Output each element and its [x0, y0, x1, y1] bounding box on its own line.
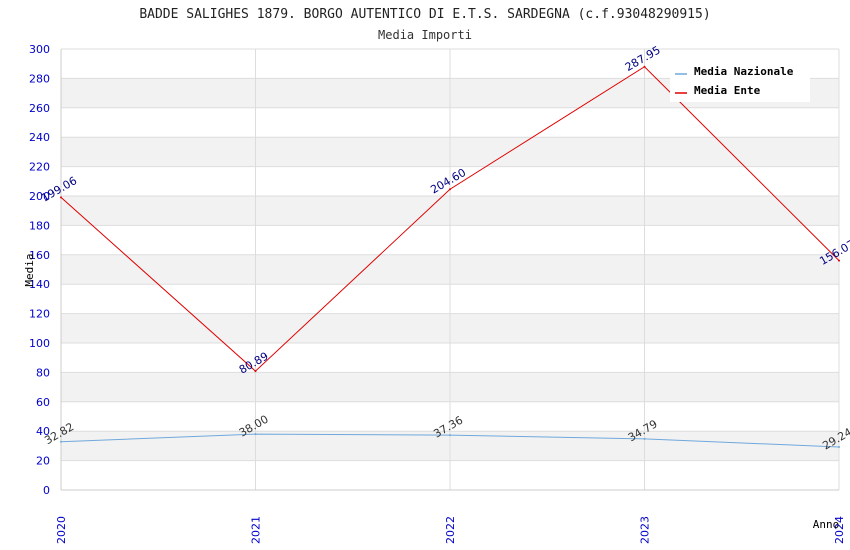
- x-tick-label: 2023: [639, 516, 652, 544]
- x-tick-label: 2020: [55, 516, 68, 544]
- chart-title: BADDE SALIGHES 1879. BORGO AUTENTICO DI …: [139, 7, 710, 22]
- data-point-nazionale: [838, 446, 840, 449]
- data-point-ente: [254, 370, 257, 373]
- y-tick-label: 220: [29, 161, 50, 174]
- y-tick-label: 260: [29, 102, 50, 115]
- y-tick-label: 100: [29, 337, 50, 350]
- x-axis-ticks: 2020 2021 2022 2023 2024: [55, 516, 846, 544]
- y-tick-label: 20: [36, 455, 50, 468]
- data-point-ente: [449, 188, 451, 191]
- chart-subtitle: Media Importi: [378, 28, 472, 42]
- y-tick-label: 60: [36, 396, 50, 409]
- data-point-nazionale: [643, 437, 646, 440]
- y-tick-label: 80: [36, 366, 50, 379]
- y-tick-label: 280: [29, 72, 50, 85]
- data-point-ente: [643, 65, 646, 68]
- y-tick-label: 0: [43, 484, 50, 497]
- data-point-nazionale: [254, 433, 257, 436]
- y-tick-label: 120: [29, 308, 50, 321]
- y-tick-label: 300: [29, 43, 50, 56]
- data-point-ente: [838, 259, 840, 262]
- x-tick-label: 2021: [250, 516, 263, 544]
- x-tick-label: 2022: [444, 516, 457, 544]
- y-tick-label: 240: [29, 131, 50, 144]
- data-label-ente: 287.95: [623, 43, 663, 74]
- legend-label-ente: Media Ente: [694, 84, 761, 97]
- x-axis-title: Anno: [813, 518, 840, 531]
- y-tick-label: 180: [29, 219, 50, 232]
- legend: Media Nazionale Media Ente: [670, 58, 810, 102]
- y-axis-title: Media: [23, 253, 36, 286]
- data-point-nazionale: [60, 440, 62, 443]
- legend-label-nazionale: Media Nazionale: [694, 65, 794, 78]
- data-point-nazionale: [449, 434, 451, 437]
- data-point-ente: [60, 196, 62, 199]
- line-chart: BADDE SALIGHES 1879. BORGO AUTENTICO DI …: [23, 7, 850, 544]
